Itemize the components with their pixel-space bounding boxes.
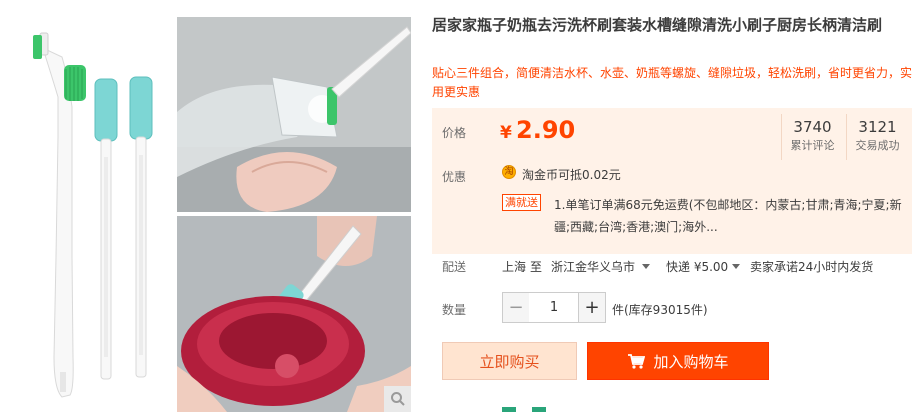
- quantity-row: 数量 − + 件(库存93015件): [432, 292, 912, 324]
- express-select[interactable]: 快递 ¥5.00: [666, 258, 728, 275]
- destination-select[interactable]: 浙江金华义乌市: [551, 258, 635, 275]
- price-panel: 价格 ¥ 2.90 3740 累计评论 3121 交易成功 优惠 淘 淘金币可抵…: [432, 108, 912, 254]
- sales-count-label: 交易成功: [855, 139, 900, 152]
- promo-label: 优惠: [442, 170, 467, 184]
- add-to-cart-button[interactable]: 加入购物车: [587, 342, 769, 380]
- coin-offer-unit: 元: [608, 168, 621, 182]
- service-icon: [531, 407, 546, 412]
- delivery-label: 配送: [442, 260, 467, 274]
- quantity-decrease-button[interactable]: −: [502, 292, 530, 323]
- ship-to-word: 至: [530, 260, 543, 274]
- quantity-input[interactable]: [529, 292, 579, 323]
- taobao-coin-icon: 淘: [502, 165, 516, 179]
- product-photo-bottle[interactable]: [177, 17, 411, 212]
- coin-offer: 淘金币可抵0.02元: [522, 166, 621, 183]
- currency-symbol: ¥: [500, 123, 512, 143]
- product-gallery: [0, 0, 415, 412]
- search-icon: [391, 392, 405, 406]
- sales-count: 3121: [858, 118, 897, 136]
- delivery-row: 配送 上海 至 浙江金华义乌市 快递 ¥5.00 卖家承诺24小时内发货: [432, 256, 912, 280]
- product-title: 居家家瓶子奶瓶去污洗杯刷套装水槽缝隙清洗小刷子厨房长柄清洁刷: [432, 16, 883, 34]
- product-photo-lid[interactable]: [177, 216, 411, 412]
- quantity-label: 数量: [442, 303, 467, 317]
- product-subtitle: 贴心三件组合，简便清洁水杯、水壶、奶瓶等螺旋、缝隙垃圾，轻松洗刷，省时更省力，实…: [432, 66, 913, 99]
- product-main-image[interactable]: [0, 17, 176, 412]
- price-value: ¥ 2.90: [500, 116, 575, 144]
- buy-now-button[interactable]: 立即购买: [442, 342, 577, 380]
- chevron-down-icon[interactable]: [642, 264, 650, 269]
- bottle-cleaning-scene: [177, 17, 411, 212]
- service-icons: [502, 404, 582, 412]
- review-count-stat[interactable]: 3740 累计评论: [781, 114, 843, 160]
- review-count-label: 累计评论: [790, 139, 835, 152]
- price-amount: 2.90: [516, 116, 576, 144]
- dispatch-promise: 卖家承诺24小时内发货: [750, 260, 874, 274]
- ship-from: 上海: [502, 260, 527, 274]
- zoom-button[interactable]: [384, 386, 411, 412]
- price-label: 价格: [442, 126, 467, 140]
- coin-offer-text: 淘金币可抵: [522, 168, 583, 182]
- lid-cleaning-scene: [177, 216, 411, 412]
- stock-text: 件(库存93015件): [612, 303, 708, 317]
- free-shipping-note: 1.单笔订单满68元免运费(不包邮地区：内蒙古;甘肃;青海;宁夏;新疆;西藏;台…: [554, 198, 902, 234]
- cart-icon: [628, 354, 646, 369]
- chevron-down-icon[interactable]: [732, 264, 740, 269]
- coin-offer-amount: 0.02: [582, 168, 609, 182]
- quantity-increase-button[interactable]: +: [578, 292, 606, 323]
- sales-count-stat: 3121 交易成功: [846, 114, 908, 160]
- service-icon: [502, 407, 516, 412]
- promo-badge: 满就送: [502, 194, 541, 211]
- add-to-cart-label: 加入购物车: [653, 352, 729, 371]
- brushes-illustration: [33, 32, 153, 398]
- product-info: 居家家瓶子奶瓶去污洗杯刷套装水槽缝隙清洗小刷子厨房长柄清洁刷 贴心三件组合，简便…: [432, 0, 917, 412]
- review-count: 3740: [793, 118, 832, 136]
